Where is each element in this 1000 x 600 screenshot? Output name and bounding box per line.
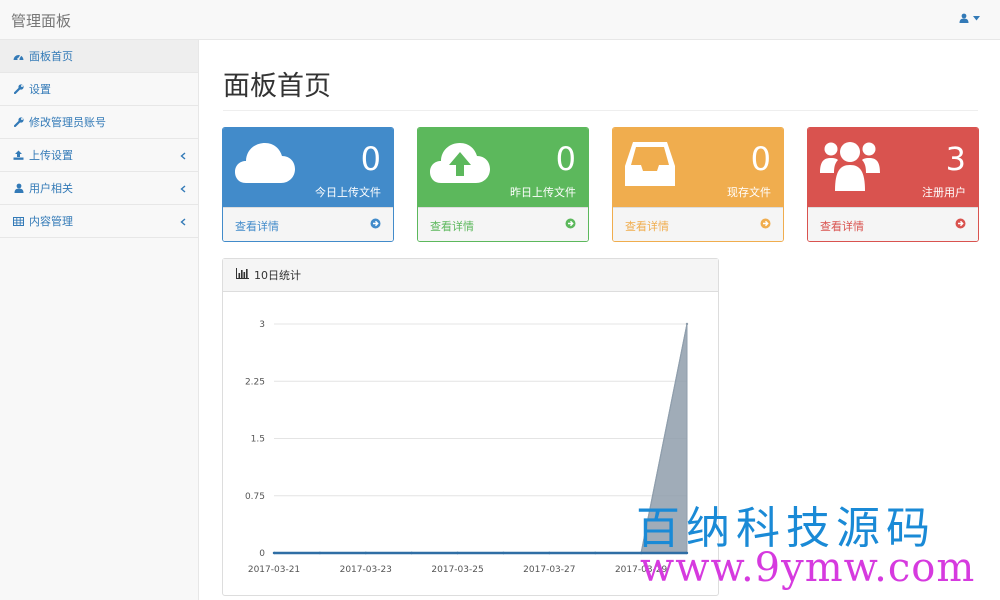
cloud-upload-icon xyxy=(429,139,491,190)
sidebar-item-label: 上传设置 xyxy=(29,149,73,162)
stat-value: 0 xyxy=(360,140,381,178)
inbox-icon xyxy=(624,139,676,192)
chart-panel-header: 10日统计 xyxy=(223,259,718,292)
brand-title[interactable]: 管理面板 xyxy=(11,10,71,31)
sidebar-item-admin-account[interactable]: 修改管理员账号 xyxy=(0,106,198,139)
stat-card-head: 3 注册用户 xyxy=(808,128,978,207)
sidebar-item-settings[interactable]: 设置 xyxy=(0,73,198,106)
view-details-link[interactable]: 查看详情 xyxy=(613,207,783,241)
top-navbar: 管理面板 xyxy=(0,0,1000,40)
user-icon xyxy=(13,183,24,194)
data-point xyxy=(272,551,276,555)
data-point xyxy=(318,551,322,555)
stat-label: 现存文件 xyxy=(727,186,771,199)
arrow-circle-right-icon xyxy=(565,218,576,232)
sidebar-item-label: 内容管理 xyxy=(29,215,73,228)
view-details-text: 查看详情 xyxy=(430,220,474,233)
sidebar-item-label: 用户相关 xyxy=(29,182,73,195)
view-details-link[interactable]: 查看详情 xyxy=(808,207,978,241)
data-point xyxy=(548,551,551,555)
view-details-link[interactable]: 查看详情 xyxy=(418,207,588,241)
sidebar-item-dashboard[interactable]: 面板首页 xyxy=(0,40,198,73)
stat-card-registered-users: 3 注册用户 查看详情 xyxy=(807,127,979,242)
upload-icon xyxy=(13,150,24,161)
x-tick-label: 2017-03-27 xyxy=(523,565,575,575)
y-tick-label: 2.25 xyxy=(245,377,265,387)
x-tick-label: 2017-03-25 xyxy=(431,565,483,575)
sidebar-item-label: 面板首页 xyxy=(29,50,73,63)
view-details-link[interactable]: 查看详情 xyxy=(223,207,393,241)
view-details-text: 查看详情 xyxy=(820,220,864,233)
bar-chart-icon xyxy=(236,268,254,282)
dashboard-icon xyxy=(13,51,24,62)
sidebar-item-label: 设置 xyxy=(29,83,51,96)
wrench-icon xyxy=(13,84,24,95)
sidebar: 面板首页 设置 修改管理员账号 上传设置 用户相关 内容管理 xyxy=(0,40,199,600)
user-icon xyxy=(959,13,969,23)
stat-card-yesterday-uploads: 0 昨日上传文件 查看详情 xyxy=(417,127,589,242)
stat-card-today-uploads: 0 今日上传文件 查看详情 xyxy=(222,127,394,242)
cloud-icon xyxy=(234,139,296,190)
stat-card-head: 0 今日上传文件 xyxy=(223,128,393,207)
caret-down-icon xyxy=(973,15,980,21)
wrench-icon xyxy=(13,117,24,128)
chevron-left-icon xyxy=(180,183,186,196)
chevron-left-icon xyxy=(180,150,186,163)
page-title: 面板首页 xyxy=(223,71,331,102)
table-icon xyxy=(13,216,24,227)
data-point xyxy=(456,551,459,555)
data-point xyxy=(364,551,367,555)
stat-value: 0 xyxy=(750,140,771,178)
stat-label: 昨日上传文件 xyxy=(510,186,576,199)
page-header: 面板首页 xyxy=(223,70,978,111)
arrow-circle-right-icon xyxy=(955,218,966,232)
sidebar-item-users[interactable]: 用户相关 xyxy=(0,172,198,205)
view-details-text: 查看详情 xyxy=(235,220,279,233)
stat-card-head: 0 现存文件 xyxy=(613,128,783,207)
y-tick-label: 0 xyxy=(259,549,265,559)
users-icon xyxy=(819,139,881,194)
arrow-circle-right-icon xyxy=(370,218,381,232)
stat-value: 3 xyxy=(945,140,966,178)
data-point xyxy=(502,551,505,555)
watermark-url: www.9ymw.com xyxy=(640,545,975,591)
arrow-circle-right-icon xyxy=(760,218,771,232)
x-tick-label: 2017-03-23 xyxy=(340,565,392,575)
user-menu-toggle[interactable] xyxy=(959,13,980,23)
stat-value: 0 xyxy=(555,140,576,178)
y-tick-label: 3 xyxy=(259,320,265,330)
watermark-url-text: www.9ymw.com xyxy=(640,545,976,591)
y-tick-label: 1.5 xyxy=(251,435,265,445)
sidebar-item-label: 修改管理员账号 xyxy=(29,116,106,129)
view-details-text: 查看详情 xyxy=(625,220,669,233)
sidebar-item-content[interactable]: 内容管理 xyxy=(0,205,198,238)
data-point xyxy=(685,322,689,326)
chart-title: 10日统计 xyxy=(254,269,301,282)
y-tick-label: 0.75 xyxy=(245,492,265,502)
stat-card-head: 0 昨日上传文件 xyxy=(418,128,588,207)
data-point xyxy=(594,551,597,555)
stat-label: 今日上传文件 xyxy=(315,186,381,199)
x-tick-label: 2017-03-21 xyxy=(248,565,300,575)
chevron-left-icon xyxy=(180,216,186,229)
data-point xyxy=(410,551,413,555)
stat-card-stored-files: 0 现存文件 查看详情 xyxy=(612,127,784,242)
stat-label: 注册用户 xyxy=(922,186,966,199)
sidebar-item-upload-settings[interactable]: 上传设置 xyxy=(0,139,198,172)
